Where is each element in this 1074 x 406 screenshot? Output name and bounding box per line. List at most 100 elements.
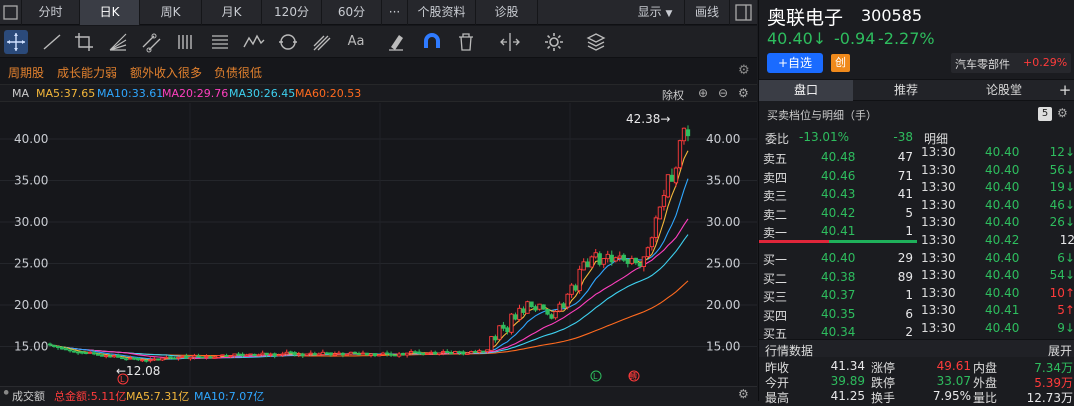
tags-settings-icon[interactable]: ⚙: [738, 63, 750, 78]
stat-value: 49.61: [936, 359, 971, 373]
tick-price: 40.40: [985, 268, 1020, 283]
split-icon[interactable]: [498, 30, 522, 54]
ma60-value: MA60:20.53: [295, 87, 362, 100]
buy-level-row[interactable]: 买一 40.40 29: [759, 249, 917, 267]
sell-level-row[interactable]: 卖一 40.41 1: [759, 222, 917, 240]
sell-level-row[interactable]: 卖二 40.42 5: [759, 204, 917, 222]
tick-volume: 6↓: [1057, 250, 1074, 265]
draw-line-button[interactable]: 画线: [684, 0, 730, 25]
magnet-icon[interactable]: [420, 30, 444, 54]
tag-extra-income[interactable]: 额外收入很多: [130, 64, 202, 81]
tag-low-debt[interactable]: 负债很低: [214, 64, 262, 81]
y-tick-right: 30.00: [706, 215, 740, 229]
fork-icon[interactable]: [310, 30, 334, 54]
kline-chart[interactable]: 40.00 35.00 30.00 25.00 20.00 15.00 40.00 35.0…: [0, 103, 757, 386]
tag-weak-growth[interactable]: 成长能力弱: [57, 64, 117, 81]
chart-markers: 42.38→←12.08L L 轉: [116, 112, 670, 385]
level-volume: 71: [897, 168, 913, 183]
candle-body: [240, 353, 245, 357]
eraser-icon[interactable]: [384, 30, 408, 54]
candle-body: [629, 258, 634, 264]
volume-settings-icon[interactable]: ⚙: [738, 387, 749, 401]
tab-60min[interactable]: 60分: [322, 0, 382, 25]
cycle-icon[interactable]: [276, 30, 300, 54]
add-tab-icon[interactable]: +: [1055, 80, 1074, 101]
ma-settings-icon[interactable]: ⚙: [738, 86, 749, 100]
settings-icon[interactable]: [542, 30, 566, 54]
more-periods-button[interactable]: ···: [382, 0, 408, 25]
buy-level-row[interactable]: 买四 40.35 6: [759, 305, 917, 323]
candle-body: [140, 359, 145, 362]
crosshair-icon[interactable]: [4, 30, 28, 54]
candle-body: [609, 254, 614, 263]
buy-level-row[interactable]: 买三 40.37 1: [759, 286, 917, 304]
stat-value: 12.73万: [1026, 391, 1073, 405]
candle-body: [681, 127, 687, 142]
candle-body: [489, 336, 494, 351]
stats-expand-button[interactable]: 展开: [1048, 342, 1072, 359]
tag-cyclical[interactable]: 周期股: [8, 64, 44, 81]
tick-time: 13:30: [921, 250, 956, 265]
tick-price: 40.40: [985, 250, 1020, 265]
sell-level-row[interactable]: 卖五 40.48 47: [759, 148, 917, 166]
text-icon[interactable]: Aa: [344, 30, 368, 54]
crop-icon[interactable]: [72, 30, 96, 54]
buy-level-row[interactable]: 买二 40.38 89: [759, 268, 917, 286]
candle-body: [232, 353, 237, 357]
tab-weekly-k[interactable]: 周K: [140, 0, 202, 25]
tab-stock-profile[interactable]: 个股资料: [408, 0, 476, 25]
candle-body: [509, 313, 514, 333]
sell-level-row[interactable]: 卖四 40.46 71: [759, 167, 917, 185]
candle-body: [148, 359, 153, 362]
candle-body: [348, 351, 354, 355]
volume-label[interactable]: 成交额: [12, 388, 45, 404]
list-icon[interactable]: [208, 30, 232, 54]
bars-icon[interactable]: [174, 30, 198, 54]
layers-icon[interactable]: [584, 30, 608, 54]
tab-monthly-k[interactable]: 月K: [202, 0, 262, 25]
candle-body: [116, 354, 121, 358]
tab-pankou[interactable]: 盘口: [759, 80, 853, 101]
candle-body: [605, 253, 610, 260]
ma-legend: MA MA5:37.65 MA10:33.61 MA20:29.76 MA30:…: [0, 84, 757, 102]
panel-toggle-icon[interactable]: [0, 0, 22, 25]
stock-name: 奥联电子: [767, 7, 844, 29]
volume-toggle-icon[interactable]: ⚫: [2, 388, 10, 399]
trash-icon[interactable]: [454, 30, 478, 54]
display-dropdown[interactable]: 显示 ▼: [626, 0, 684, 25]
y-tick-right: 20.00: [706, 298, 740, 312]
candle-body: [549, 314, 554, 319]
tab-forum[interactable]: 论股堂: [957, 80, 1051, 101]
adjust-selector[interactable]: 除权: [662, 87, 684, 103]
candle-body: [100, 354, 105, 357]
tick-time: 13:30: [921, 268, 956, 283]
add-watchlist-button[interactable]: +自选: [767, 53, 823, 73]
line-icon[interactable]: [40, 30, 64, 54]
sector-chip[interactable]: 汽车零部件 +0.29%: [951, 53, 1071, 73]
candle-body: [292, 352, 297, 356]
candle-body: [633, 257, 638, 264]
zoom-out-icon[interactable]: ⊖: [718, 86, 728, 100]
drawing-toolbar: Aa: [0, 26, 757, 58]
sell-level-row[interactable]: 卖三 40.43 41: [759, 185, 917, 203]
candle-body: [208, 356, 213, 359]
fan-icon[interactable]: [106, 30, 130, 54]
y-tick-left: 40.00: [14, 132, 48, 146]
tab-120min[interactable]: 120分: [262, 0, 322, 25]
weibi-value: -38: [893, 130, 913, 144]
tab-diagnosis[interactable]: 诊股: [476, 0, 538, 25]
tab-recommend[interactable]: 推荐: [859, 80, 953, 101]
zoom-in-icon[interactable]: ⊕: [698, 86, 708, 100]
stock-pct: -2.27%: [878, 29, 935, 48]
chuang-badge: 创: [831, 54, 850, 72]
level-badge[interactable]: 5: [1038, 107, 1052, 121]
weibi-pct: -13.01%: [799, 130, 850, 144]
candle-body: [75, 351, 81, 354]
tab-fenshi[interactable]: 分时: [22, 0, 80, 25]
tab-daily-k[interactable]: 日K: [80, 0, 140, 25]
wave-icon[interactable]: [242, 30, 266, 54]
channel-icon[interactable]: [140, 30, 164, 54]
sidebar-toggle-icon[interactable]: [730, 0, 757, 25]
orderbook-settings-icon[interactable]: ⚙: [1057, 106, 1068, 120]
y-tick-left: 35.00: [14, 174, 48, 188]
